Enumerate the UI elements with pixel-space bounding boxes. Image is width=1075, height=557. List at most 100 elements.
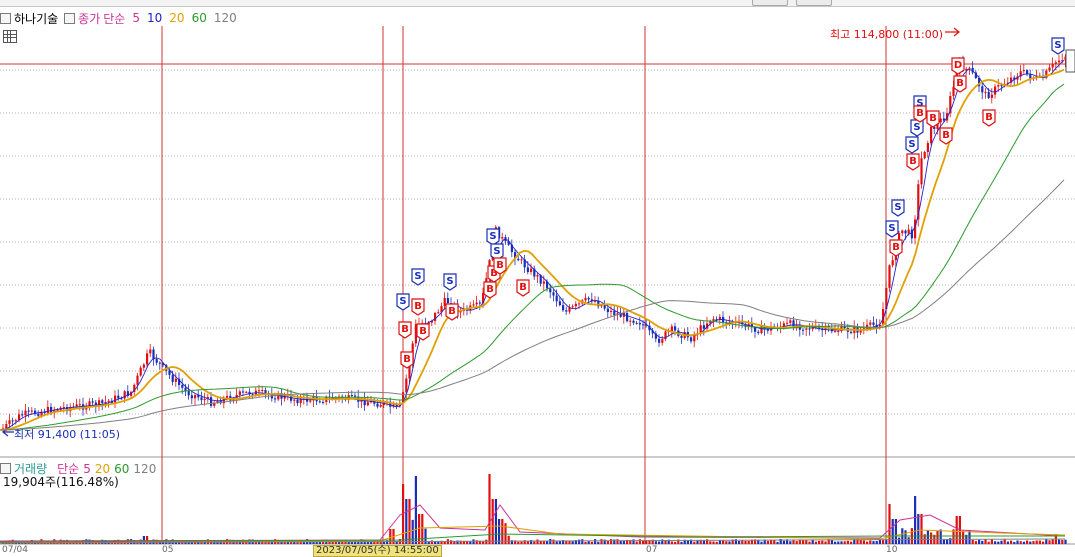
volume-bar: [1064, 539, 1067, 544]
buy-signal-label: B: [909, 156, 917, 167]
volume-bar: [578, 539, 581, 544]
candle-body: [837, 331, 840, 333]
buy-signal-label: B: [414, 301, 422, 312]
candle-body: [901, 230, 904, 234]
candle-body: [926, 143, 929, 152]
candle-body: [152, 349, 155, 360]
candle-body: [584, 297, 587, 301]
candle-body: [296, 399, 299, 404]
candle-body: [37, 413, 40, 416]
volume-bar: [482, 541, 485, 544]
volume-bar: [587, 541, 590, 544]
volume-bar: [526, 541, 529, 544]
candle-body: [245, 391, 248, 393]
volume-bar: [670, 541, 673, 544]
volume-bar: [654, 541, 657, 544]
volume-bar: [1026, 540, 1029, 544]
candle-body: [200, 397, 203, 401]
candle-body: [446, 298, 449, 304]
volume-bar: [712, 541, 715, 544]
volume-bar: [878, 539, 881, 544]
candle-body: [136, 375, 139, 385]
candle-body: [142, 364, 145, 368]
candle-body: [1058, 60, 1061, 63]
candle-body: [379, 404, 382, 407]
volume-bar: [421, 514, 424, 544]
crosshair-date-label: 2023/07/05(수) 14:55:00: [313, 545, 442, 557]
volume-bar: [1022, 541, 1025, 544]
volume-bar: [1038, 540, 1041, 544]
volume-bar: [571, 541, 574, 544]
candle-body: [155, 359, 158, 363]
volume-bar: [507, 535, 510, 544]
volume-bar: [728, 541, 731, 544]
candle-body: [834, 331, 837, 333]
candle-body: [91, 401, 94, 403]
volume-bar: [808, 541, 811, 544]
candle-body: [712, 319, 715, 321]
candle-body: [146, 353, 149, 365]
volume-bar: [610, 539, 613, 544]
x-label-0704: 07/04: [2, 545, 28, 555]
volume-bar: [795, 541, 798, 544]
candle-body: [472, 304, 475, 306]
volume-bar: [568, 541, 571, 544]
volume-bar: [549, 539, 552, 544]
candle-body: [181, 384, 184, 388]
volume-bar: [658, 541, 661, 544]
sell-signal-label: S: [908, 139, 915, 150]
candle-body: [194, 395, 197, 399]
candle-body: [990, 94, 993, 98]
candle-body: [242, 391, 245, 393]
x-label-10: 10: [886, 545, 898, 555]
volume-bar: [1010, 540, 1013, 544]
volume-bar: [1051, 539, 1054, 544]
candle-body: [805, 328, 808, 330]
volume-bar: [411, 519, 414, 544]
volume-bar: [834, 541, 837, 544]
candle-body: [981, 86, 984, 93]
volume-bar: [904, 530, 907, 544]
candle-body: [904, 230, 907, 234]
volume-bar: [914, 496, 917, 544]
ma20-line: [0, 68, 1065, 431]
low-price-annotation: 최저 91,400 (11:05): [14, 428, 121, 441]
volume-bar: [520, 541, 523, 544]
volume-bar: [1016, 540, 1019, 544]
candle-body: [1048, 67, 1051, 71]
volume-bar: [1013, 541, 1016, 544]
volume-bar: [805, 540, 808, 544]
volume-bar: [552, 539, 555, 544]
volume-bar: [680, 541, 683, 544]
sell-signal-label: S: [888, 223, 895, 234]
candle-body: [158, 362, 161, 364]
volume-bar: [491, 499, 494, 544]
volume-bar: [898, 537, 901, 544]
candle-body: [149, 349, 152, 354]
price-chart[interactable]: SSBBBBSBSBBSBBSBSSBSSB BBBDBS: [0, 0, 1075, 555]
candle-body: [536, 275, 539, 277]
volume-bar: [946, 539, 949, 544]
volume-bar: [939, 529, 942, 544]
volume-bar: [1045, 539, 1048, 544]
sell-signal-label: S: [414, 271, 421, 282]
buy-signal-label: B: [916, 108, 924, 119]
volume-bar: [987, 541, 990, 544]
volume-bar: [1006, 541, 1009, 544]
volume-bar: [536, 539, 539, 544]
x-label-07: 07: [646, 545, 658, 555]
volume-bar: [869, 540, 872, 544]
volume-bar: [722, 540, 725, 544]
buy-signal-label: B: [892, 242, 900, 253]
candle-body: [24, 410, 27, 416]
volume-bar: [882, 540, 885, 544]
sell-signal-label: S: [446, 276, 453, 287]
candle-body: [635, 322, 638, 324]
ma10-line: [0, 59, 1065, 431]
candle-body: [238, 391, 241, 395]
candle-body: [350, 395, 353, 397]
volume-bar: [638, 539, 641, 544]
candle-body: [939, 118, 942, 123]
right-scale-handle: [1065, 49, 1075, 73]
candle-body: [376, 403, 379, 407]
